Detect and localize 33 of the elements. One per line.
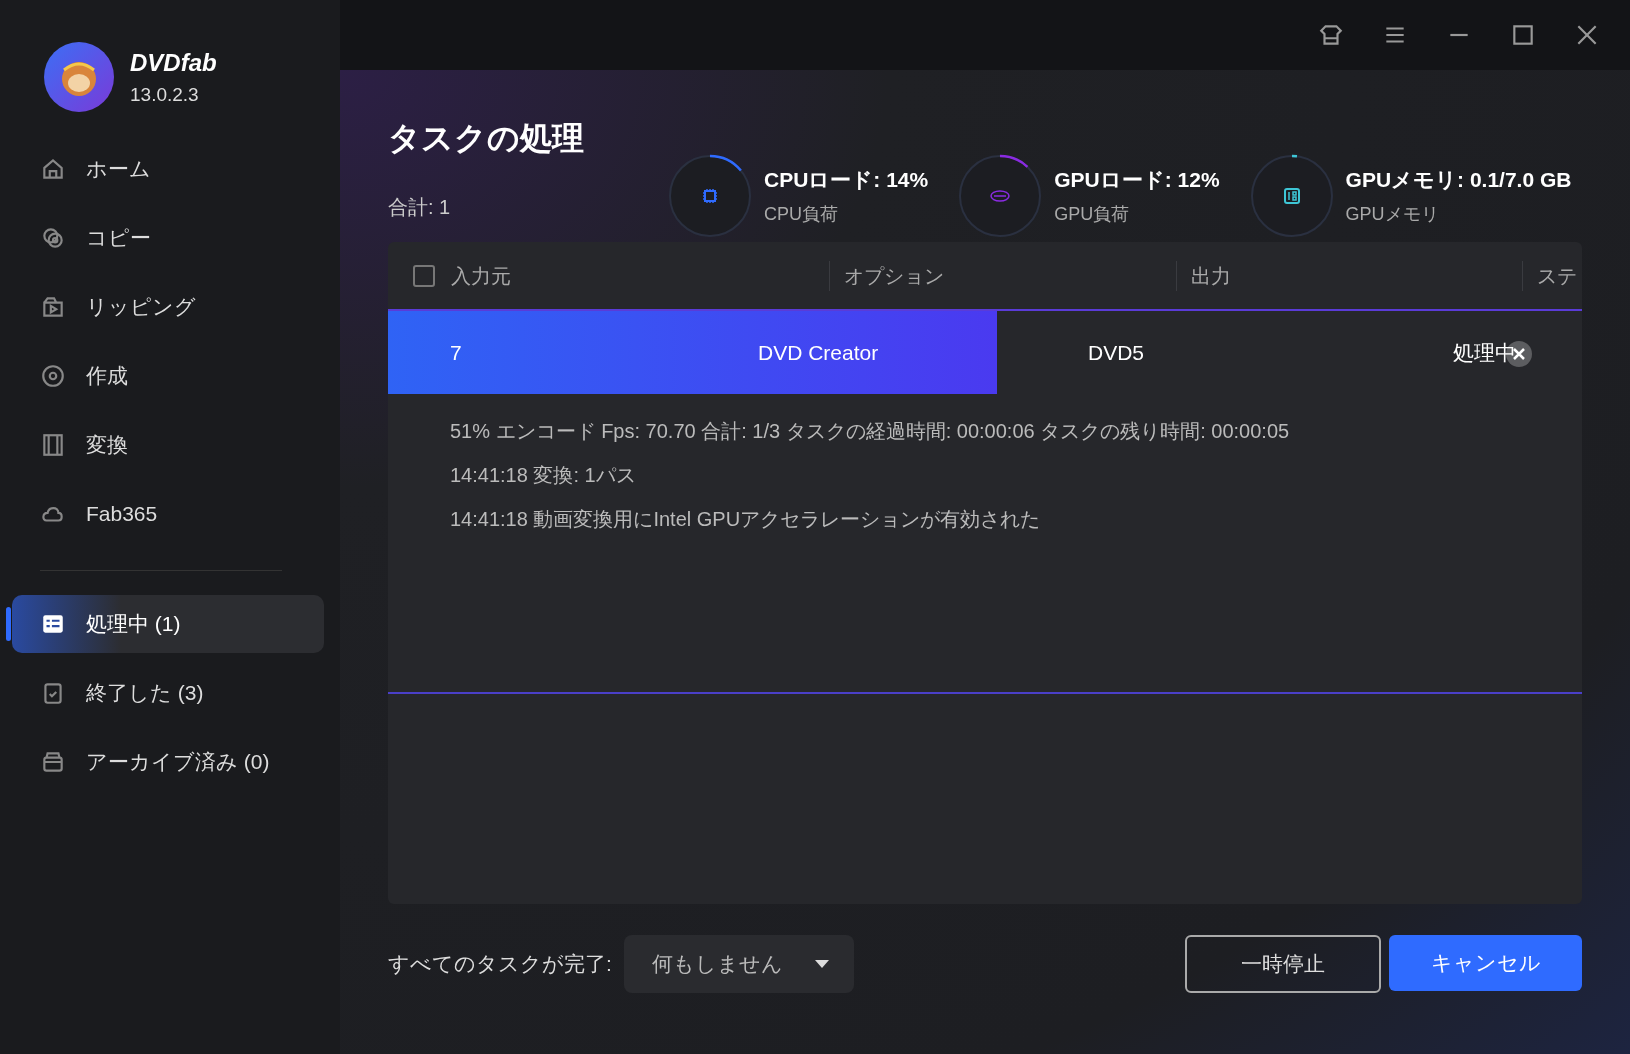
gauge-title: CPUロード: 14%: [764, 166, 929, 193]
table-cell-text: 7: [450, 339, 462, 366]
sidebar-item[interactable]: 変換: [12, 416, 324, 474]
sidebar-item[interactable]: Fab365: [12, 485, 324, 543]
gauge-label: GPU負荷: [1054, 203, 1131, 227]
sidebar-item[interactable]: リッピング: [12, 278, 324, 336]
gauge-label: GPUメモリ: [1345, 203, 1440, 227]
pause-button[interactable]: 一時停止: [1185, 935, 1381, 993]
sidebar-item[interactable]: アーカイブ済み (0): [12, 733, 324, 791]
completion-label: すべてのタスクが完了:: [388, 951, 612, 978]
gauge-title: GPUメモリ: 0.1/7.0 GB: [1345, 166, 1572, 193]
page-title: タスクの処理: [388, 119, 585, 158]
column-header: オプション: [843, 263, 944, 289]
column-header: ステ: [1537, 263, 1578, 289]
action-dropdown[interactable]: 何もしません: [623, 935, 854, 993]
log-line: 14:41:18 変換: 1パス: [450, 463, 637, 488]
version-text: 13.0.2.3: [130, 82, 200, 107]
log-line: 51% エンコード Fps: 70.70 合計: 1/3 タスクの経過時間: 00:00:06 タスクの残り時間: 00:00:05: [450, 419, 1291, 444]
sidebar-item[interactable]: 作成: [12, 347, 324, 405]
column-header: 出力: [1190, 263, 1231, 289]
column-header: 入力元: [451, 263, 511, 289]
cancel-button[interactable]: キャンセル: [1389, 935, 1582, 991]
sidebar-item[interactable]: ホーム: [12, 140, 324, 198]
gauge-label: CPU負荷: [764, 203, 839, 227]
table-cell-text: 処理中: [1453, 339, 1516, 366]
table-cell-text: DVD5: [1088, 339, 1145, 366]
total-count: 合計: 1: [388, 195, 452, 220]
gauge-title: GPUロード: 12%: [1054, 166, 1220, 193]
brand-name: DVDfab: [130, 47, 217, 78]
sidebar-item[interactable]: 終了した (3): [12, 664, 324, 722]
log-line: 14:41:18 動画変換用にIntel GPUアクセラレーションが有効された: [450, 507, 1042, 532]
sidebar-item[interactable]: コピー: [12, 209, 324, 267]
table-cell-text: DVD Creator: [758, 339, 879, 366]
